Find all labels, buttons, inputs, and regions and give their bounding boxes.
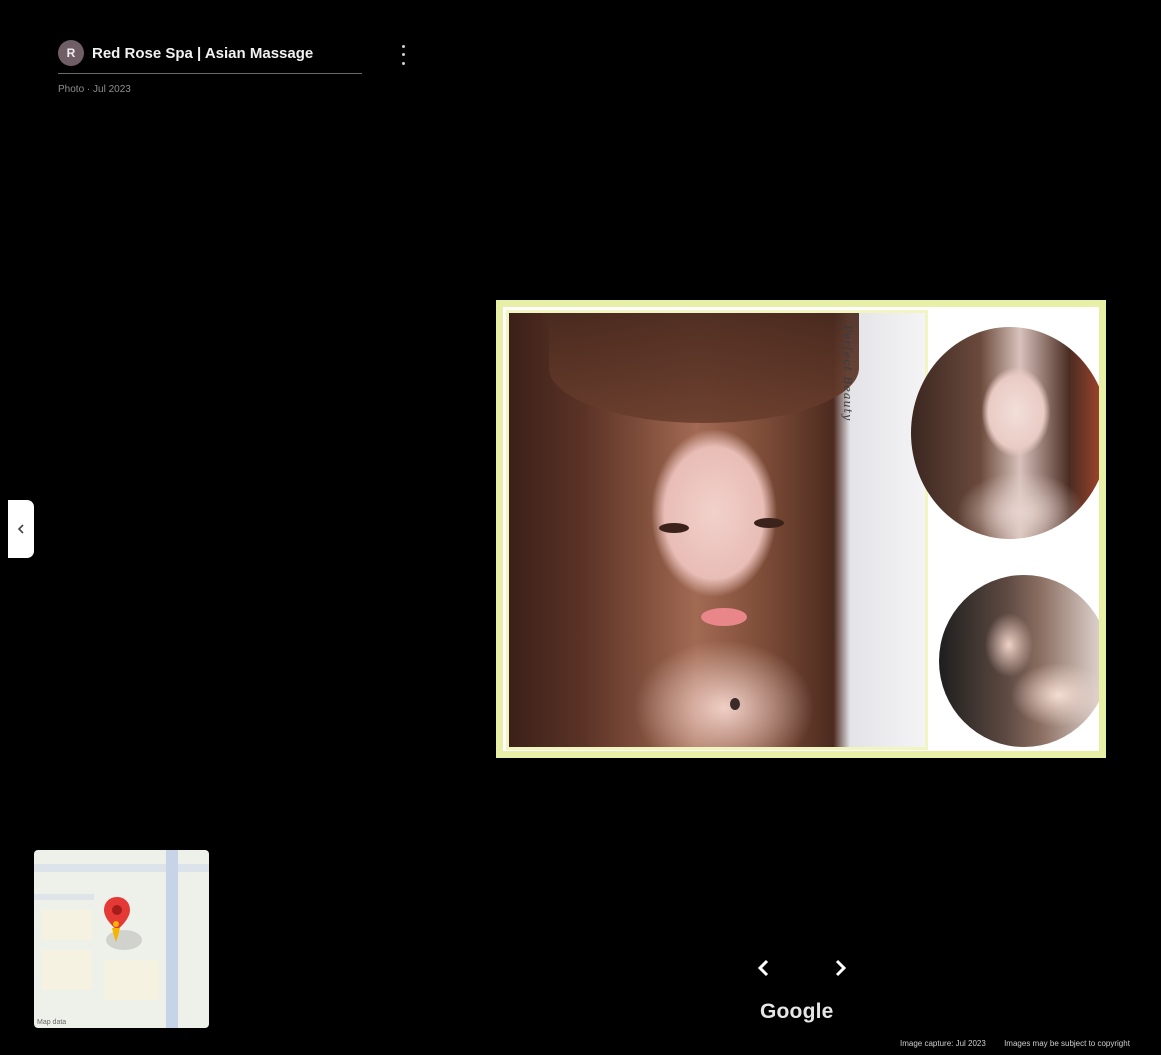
- minimap[interactable]: Map data: [34, 850, 209, 1028]
- main-photo[interactable]: Perfect Beauty: [496, 300, 1106, 758]
- map-road: [34, 864, 209, 872]
- circle-photo-bottom: [939, 575, 1099, 747]
- map-block: [42, 950, 92, 990]
- portrait-pendant: [730, 698, 740, 710]
- photo-signature: Perfect Beauty: [841, 325, 854, 422]
- place-title-row[interactable]: R Red Rose Spa | Asian Massage: [58, 38, 362, 68]
- google-logo: Google: [760, 1000, 834, 1023]
- copyright-notice[interactable]: Images may be subject to copyright: [1004, 1039, 1130, 1048]
- collapse-panel-button[interactable]: [8, 500, 34, 558]
- kebab-dot: [401, 62, 405, 66]
- pegman-icon[interactable]: [110, 920, 122, 942]
- kebab-menu-icon[interactable]: [396, 42, 410, 68]
- previous-photo-button[interactable]: [752, 956, 776, 980]
- map-block: [42, 910, 92, 940]
- chevron-left-icon: [17, 524, 24, 534]
- kebab-dot: [401, 53, 405, 57]
- portrait-image: [509, 313, 925, 747]
- circle-photo-top: [911, 327, 1099, 539]
- title-divider: [58, 73, 362, 74]
- avatar[interactable]: R: [58, 40, 84, 66]
- image-capture-date: Image capture: Jul 2023: [900, 1039, 986, 1048]
- map-attribution: Map data: [37, 1019, 67, 1026]
- kebab-dot: [401, 44, 405, 48]
- map-block: [104, 960, 159, 1000]
- portrait-lips: [701, 608, 747, 626]
- portrait-hair: [549, 313, 859, 423]
- map-road: [34, 894, 94, 900]
- place-title[interactable]: Red Rose Spa | Asian Massage: [92, 45, 313, 62]
- photo-date: Photo · Jul 2023: [58, 84, 131, 95]
- photo-canvas: Perfect Beauty: [503, 307, 1099, 751]
- chevron-right-icon: [835, 959, 847, 977]
- portrait-eye-right: [754, 518, 784, 528]
- footer-bar: Image capture: Jul 2023 Images may be su…: [900, 1039, 1161, 1048]
- next-photo-button[interactable]: [828, 956, 852, 980]
- map-road: [166, 850, 178, 1028]
- chevron-left-icon: [757, 959, 769, 977]
- place-header: R Red Rose Spa | Asian Massage Photo · J…: [58, 38, 362, 95]
- portrait-eye-left: [659, 523, 689, 533]
